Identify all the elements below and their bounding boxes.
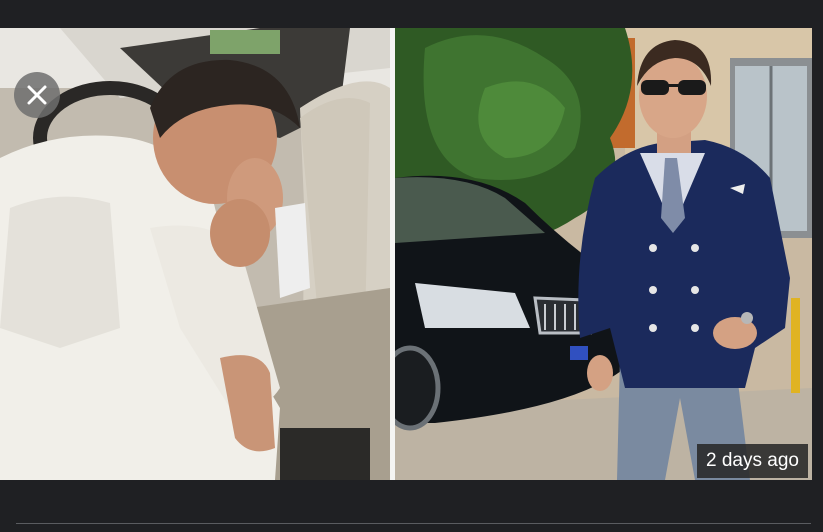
news-image[interactable]: 2 days ago — [0, 28, 812, 480]
close-icon — [27, 85, 47, 105]
timestamp-badge: 2 days ago — [697, 444, 808, 478]
close-button[interactable] — [14, 72, 60, 118]
bottom-divider — [16, 523, 811, 524]
bottom-bar — [0, 480, 823, 532]
image-viewer: 2 days ago — [0, 0, 823, 532]
man-with-car-illustration — [395, 28, 812, 480]
image-right-panel — [395, 28, 812, 480]
